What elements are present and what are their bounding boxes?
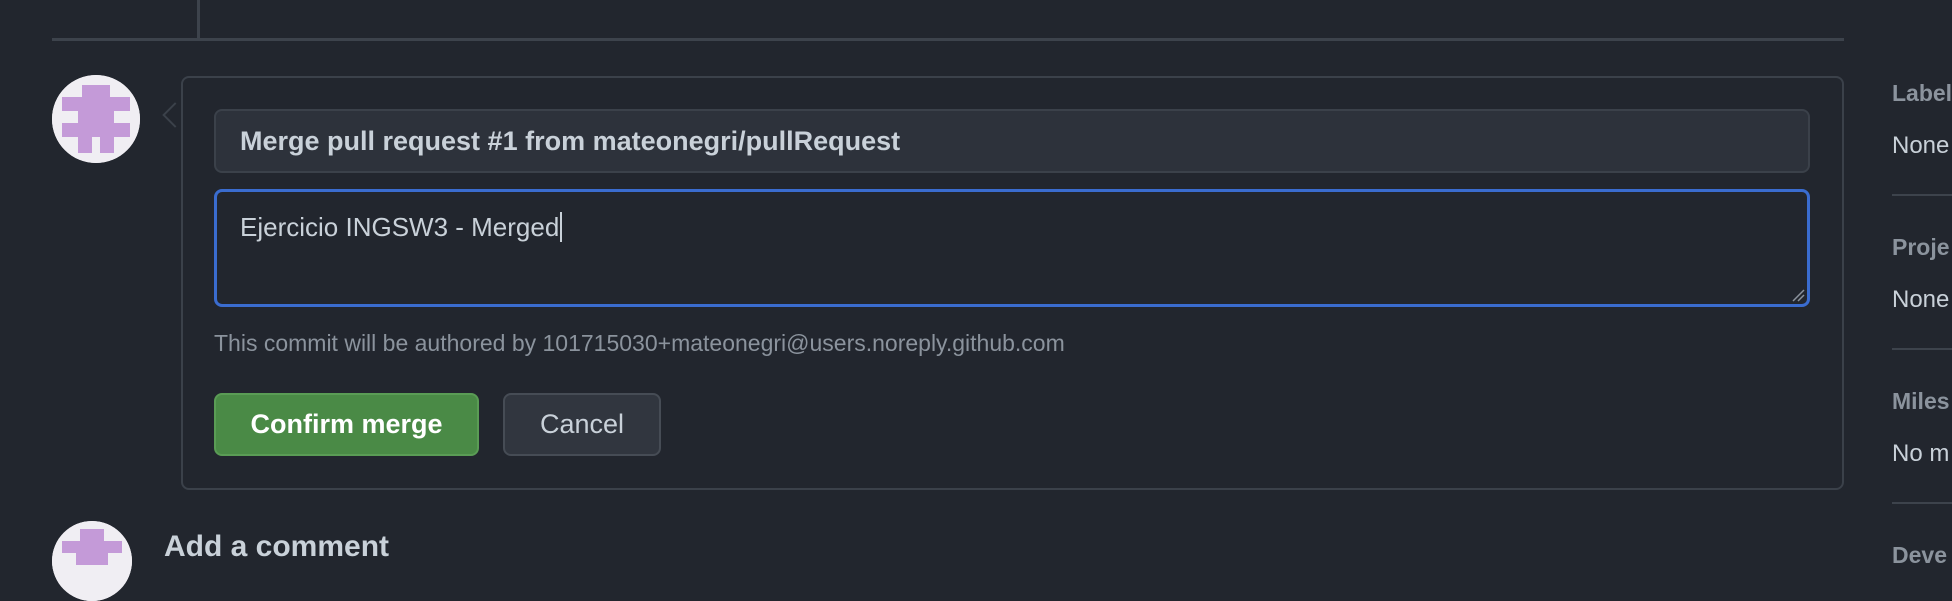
commit-title-input[interactable] bbox=[214, 109, 1810, 173]
timeline-connector bbox=[197, 0, 200, 40]
add-comment-heading: Add a comment bbox=[164, 530, 390, 563]
sidebar-divider bbox=[1892, 194, 1952, 196]
resize-handle-icon[interactable] bbox=[1791, 288, 1805, 302]
sidebar-projects-heading[interactable]: Proje bbox=[1892, 234, 1950, 261]
sidebar-milestone-value: No m bbox=[1892, 440, 1950, 467]
sidebar-divider bbox=[1892, 502, 1952, 504]
commit-message-text: Ejercicio INGSW3 - Merged bbox=[240, 212, 560, 242]
text-cursor bbox=[560, 212, 563, 242]
confirm-merge-button[interactable]: Confirm merge bbox=[214, 393, 479, 456]
sidebar-milestone-heading[interactable]: Miles bbox=[1892, 388, 1950, 415]
sidebar-development-heading[interactable]: Deve bbox=[1892, 542, 1947, 569]
sidebar-projects-value: None bbox=[1892, 286, 1950, 313]
comment-avatar-icon[interactable] bbox=[52, 521, 132, 601]
commit-message-textarea[interactable]: Ejercicio INGSW3 - Merged bbox=[214, 189, 1810, 307]
cancel-button[interactable]: Cancel bbox=[503, 393, 661, 456]
sidebar-labels-value: None bbox=[1892, 132, 1950, 159]
commit-author-note: This commit will be authored by 10171503… bbox=[214, 330, 1065, 356]
timeline-divider bbox=[52, 38, 1844, 41]
user-avatar-icon[interactable] bbox=[52, 75, 140, 163]
sidebar-divider bbox=[1892, 348, 1952, 350]
sidebar-labels-heading[interactable]: Label bbox=[1892, 80, 1952, 107]
